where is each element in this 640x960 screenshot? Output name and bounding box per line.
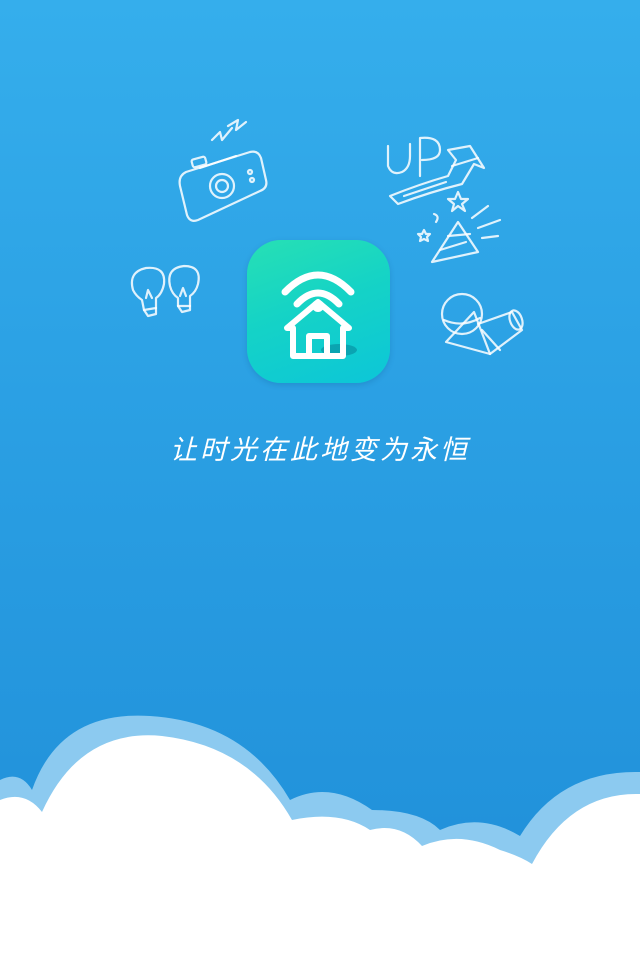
up-arrow-doodle-icon	[386, 136, 486, 206]
stars-doodle-icon	[416, 190, 470, 243]
splash-screen: 让时光在此地变为永恒	[0, 0, 640, 960]
wifi-home-icon	[281, 271, 357, 359]
camera-doodle-icon	[178, 118, 268, 222]
party-hat-doodle-icon	[430, 204, 502, 264]
tagline-text: 让时光在此地变为永恒	[170, 435, 470, 466]
lightbulb-doodle-icon	[130, 264, 200, 318]
app-logo	[247, 240, 390, 383]
cloud-front	[0, 735, 640, 960]
cloud-decoration	[0, 715, 640, 960]
geometric-shapes-doodle-icon	[440, 292, 524, 356]
